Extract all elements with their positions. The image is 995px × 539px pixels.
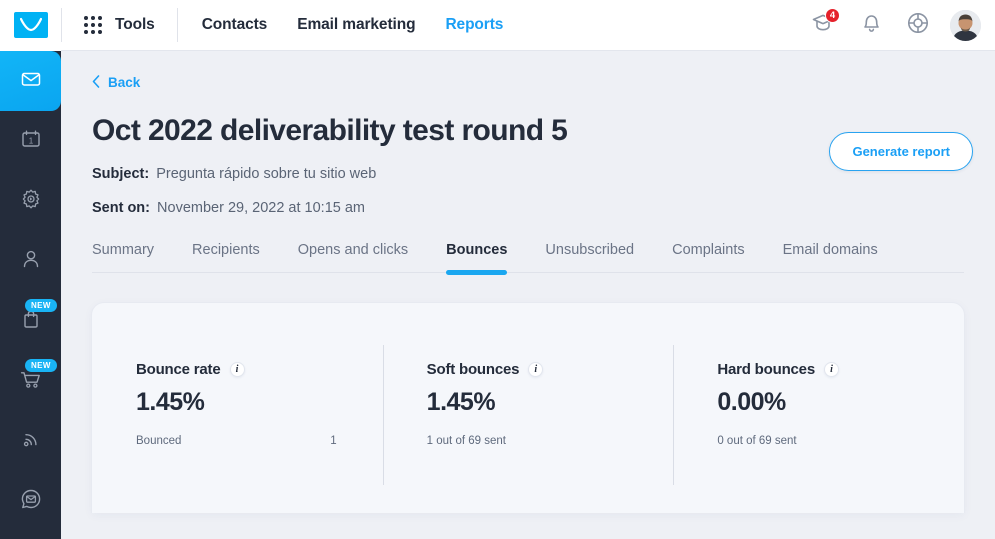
tab-complaints[interactable]: Complaints: [672, 242, 745, 272]
envelope-logo-icon: [13, 12, 48, 38]
info-icon[interactable]: i: [823, 362, 839, 377]
user-avatar-image: [950, 9, 981, 41]
sent-on-row: Sent on: November 29, 2022 at 10:15 am: [92, 200, 964, 216]
header-nav: Contacts Email marketing Reports: [178, 16, 504, 34]
sidebar-item-ecommerce[interactable]: NEW: [0, 351, 61, 411]
stat-foot-label: 0 out of 69 sent: [717, 435, 797, 447]
stat-title: Soft bounces: [426, 361, 520, 378]
subject-label: Subject:: [92, 166, 150, 182]
stat-value: 1.45%: [136, 388, 205, 416]
subject-value: Pregunta rápido sobre tu sitio web: [156, 166, 377, 182]
header-actions: 4: [809, 8, 995, 41]
stat-soft-bounces: Soft bounces i 1.45% 1 out of 69 sent: [382, 303, 674, 513]
sidebar-item-contacts[interactable]: [0, 231, 61, 291]
envelope-icon: [19, 67, 43, 96]
person-icon: [20, 248, 42, 275]
nav-email-marketing[interactable]: Email marketing: [297, 16, 415, 34]
bounces-stats-card: Bounce rate i 1.45% Bounced 1 Soft bounc…: [92, 303, 964, 513]
rss-signal-icon: [20, 428, 42, 455]
left-sidebar: 1 NEW NEW: [0, 51, 61, 539]
chat-envelope-icon: [19, 487, 43, 516]
graduation-cap-button[interactable]: 4: [809, 8, 840, 40]
stat-footer: Bounced 1: [136, 435, 383, 447]
sidebar-badge-new: NEW: [25, 299, 57, 312]
stat-foot-label: 1 out of 69 sent: [426, 435, 506, 447]
stat-foot-value: 1: [330, 435, 337, 447]
lifebuoy-help-icon: [906, 11, 930, 40]
notification-badge: 4: [825, 8, 840, 23]
sidebar-item-conversations[interactable]: [0, 471, 61, 531]
sidebar-item-calendar[interactable]: 1: [0, 111, 61, 171]
sent-on-value: November 29, 2022 at 10:15 am: [157, 200, 365, 216]
calendar-icon: 1: [20, 128, 42, 155]
info-icon[interactable]: i: [528, 362, 544, 377]
sidebar-item-automation[interactable]: [0, 171, 61, 231]
sent-on-label: Sent on:: [92, 200, 150, 216]
avatar[interactable]: [950, 9, 981, 41]
stat-header: Soft bounces i: [427, 361, 674, 378]
tab-email-domains[interactable]: Email domains: [783, 242, 878, 272]
stat-foot-label: Bounced: [136, 435, 182, 447]
tools-menu-button[interactable]: Tools: [62, 0, 177, 51]
stat-value: 0.00%: [717, 388, 786, 416]
content-wrapper: Back Oct 2022 deliverability test round …: [61, 51, 995, 513]
report-tabs: Summary Recipients Opens and clicks Boun…: [92, 242, 964, 275]
sidebar-badge-new-2: NEW: [25, 359, 57, 372]
subject-row: Subject: Pregunta rápido sobre tu sitio …: [92, 166, 964, 182]
generate-report-button[interactable]: Generate report: [829, 132, 973, 171]
tab-bounces[interactable]: Bounces: [446, 242, 508, 275]
stat-footer: 1 out of 69 sent: [427, 435, 674, 447]
info-icon[interactable]: i: [229, 362, 245, 377]
svg-text:1: 1: [28, 136, 33, 145]
app-root: Tools Contacts Email marketing Reports 4: [0, 0, 995, 539]
stat-title: Bounce rate: [136, 361, 221, 378]
bell-button[interactable]: [856, 10, 886, 40]
stat-header: Hard bounces i: [717, 361, 964, 378]
sidebar-item-campaigns[interactable]: [0, 51, 61, 111]
brand-logo[interactable]: [0, 0, 61, 51]
back-link[interactable]: Back: [92, 75, 964, 90]
tools-label: Tools: [115, 16, 155, 33]
nav-contacts[interactable]: Contacts: [202, 16, 268, 34]
main-content: Back Oct 2022 deliverability test round …: [61, 51, 995, 539]
tab-recipients[interactable]: Recipients: [192, 242, 260, 272]
sidebar-item-shop[interactable]: NEW: [0, 291, 61, 351]
stat-hard-bounces: Hard bounces i 0.00% 0 out of 69 sent: [673, 303, 964, 513]
gear-settings-icon: [19, 187, 43, 216]
tab-opens-and-clicks[interactable]: Opens and clicks: [298, 242, 408, 272]
stat-value: 1.45%: [426, 388, 496, 416]
stat-title: Hard bounces: [717, 361, 815, 378]
nav-reports[interactable]: Reports: [445, 16, 503, 34]
bell-icon: [861, 12, 882, 39]
back-label: Back: [108, 75, 141, 90]
stat-footer: 0 out of 69 sent: [717, 435, 964, 447]
top-header: Tools Contacts Email marketing Reports 4: [0, 0, 995, 51]
grid-dots-icon: [84, 16, 102, 34]
sidebar-item-signals[interactable]: [0, 411, 61, 471]
tab-unsubscribed[interactable]: Unsubscribed: [545, 242, 634, 272]
tab-summary[interactable]: Summary: [92, 242, 154, 272]
chevron-left-icon: [92, 75, 100, 90]
stat-bounce-rate: Bounce rate i 1.45% Bounced 1: [92, 303, 383, 513]
stat-header: Bounce rate i: [136, 361, 383, 378]
help-button[interactable]: [903, 10, 933, 40]
